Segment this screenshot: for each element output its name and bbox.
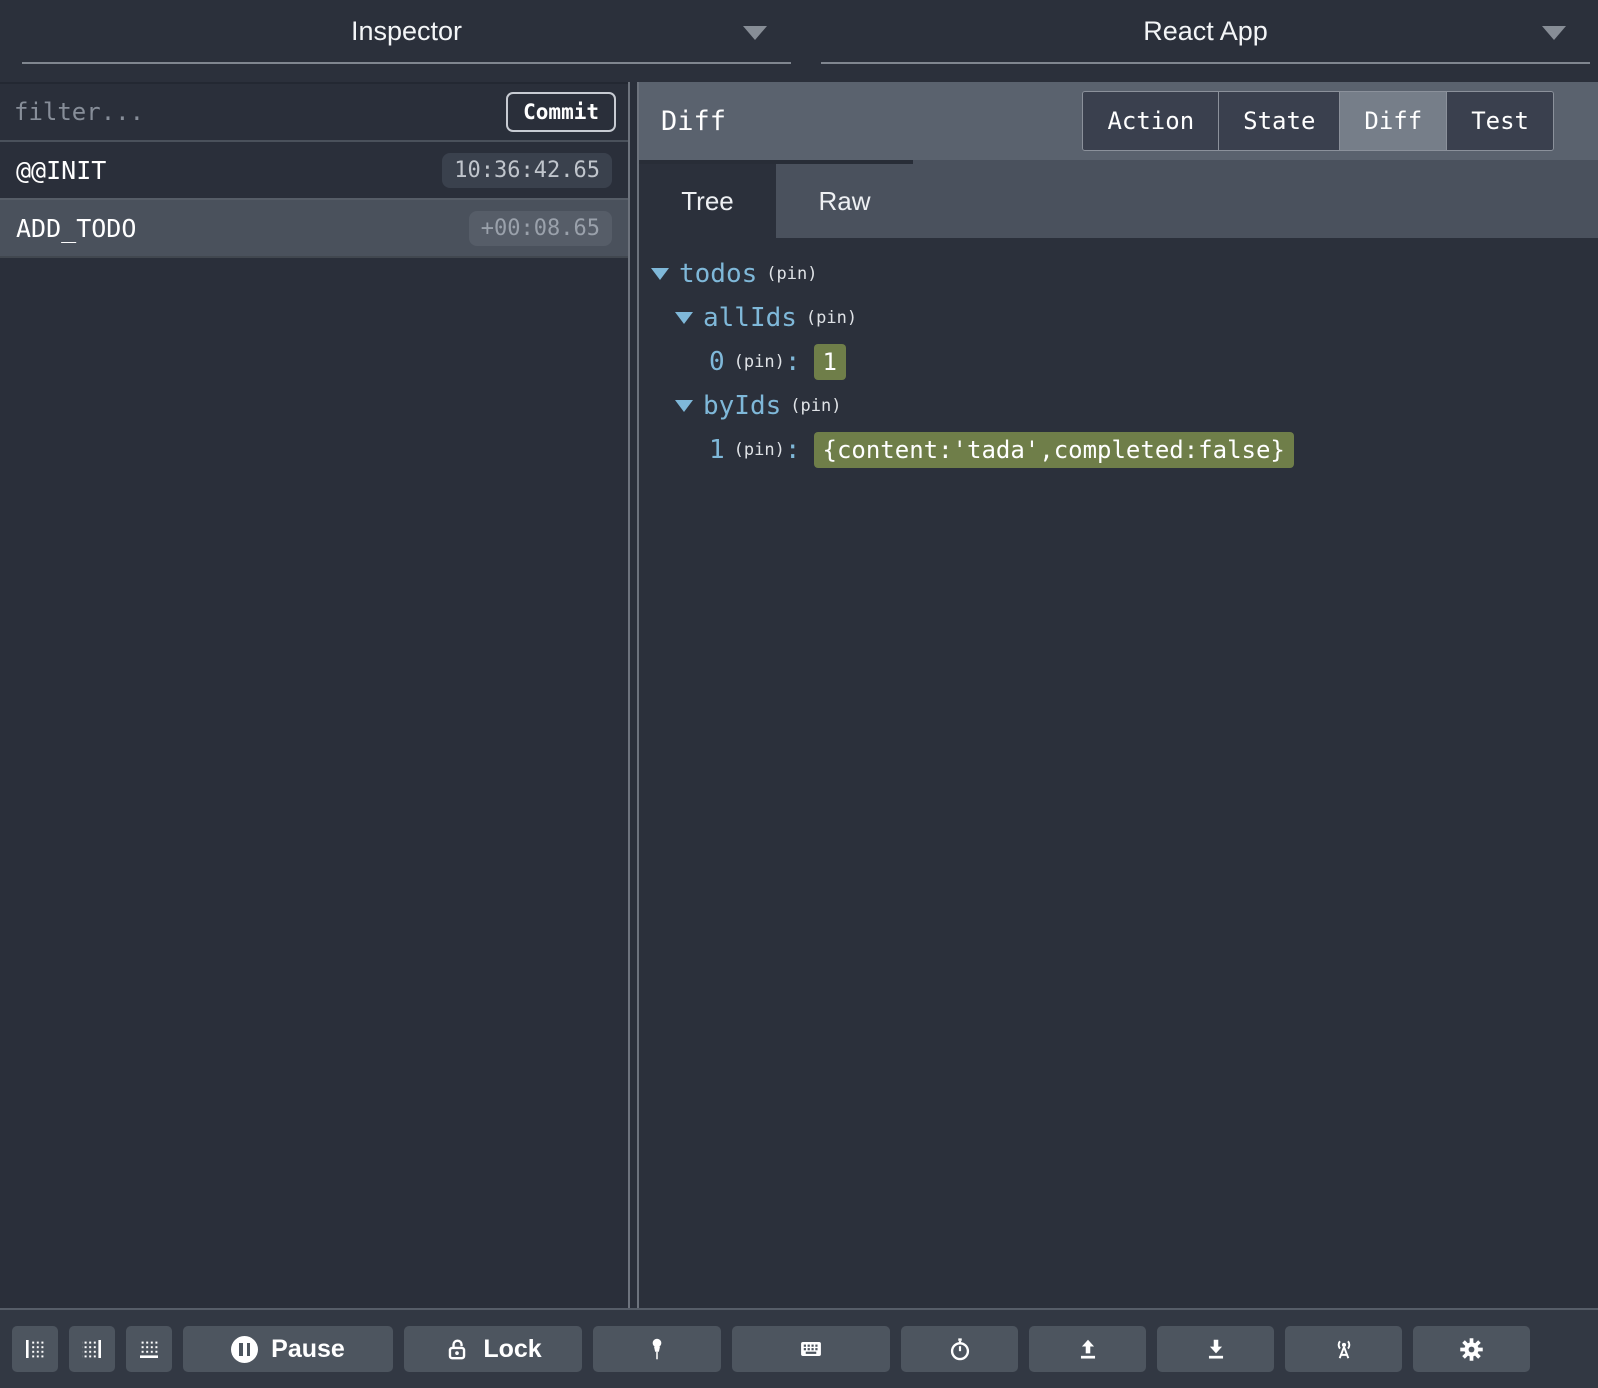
slider-button[interactable] [901, 1326, 1018, 1372]
monitor-select[interactable]: Inspector [22, 0, 791, 64]
diff-value-badge: 1 [813, 344, 846, 380]
tree-key: 0 [709, 347, 725, 377]
upload-icon [1080, 1339, 1095, 1359]
lock-button[interactable]: Lock [404, 1326, 582, 1372]
tree-leaf-0: 0 (pin) : 1 [639, 340, 1598, 384]
tree-key[interactable]: todos [679, 259, 757, 289]
monitor-tabs: Action State Diff Test [1082, 91, 1554, 151]
expand-arrow-icon[interactable] [675, 312, 693, 324]
pause-label: Pause [271, 1334, 345, 1363]
pin-icon [652, 1338, 662, 1360]
lock-label: Lock [483, 1334, 542, 1363]
instance-select[interactable]: React App [821, 0, 1590, 64]
instance-select-label: React App [1143, 15, 1268, 46]
expand-arrow-icon[interactable] [651, 268, 669, 280]
pin-link[interactable]: (pin) [790, 396, 841, 416]
action-name: @@INIT [16, 155, 107, 185]
pin-link[interactable]: (pin) [766, 264, 817, 284]
dispatcher-button[interactable] [732, 1326, 890, 1372]
dock-left-button[interactable] [12, 1326, 58, 1372]
tree-leaf-1: 1 (pin) : {content:'tada',completed:fals… [639, 428, 1598, 472]
tree-key[interactable]: byIds [703, 391, 781, 421]
main-split: Commit @@INIT 10:36:42.65 ADD_TODO +00:0… [0, 82, 1598, 1308]
persist-button[interactable] [593, 1326, 721, 1372]
monitor-select-label: Inspector [350, 15, 463, 46]
tree-key[interactable]: allIds [703, 303, 797, 333]
action-list-panel: Commit @@INIT 10:36:42.65 ADD_TODO +00:0… [0, 82, 628, 1308]
redux-devtools-window: Inspector React App Commit @@INIT 10:36:… [0, 0, 1598, 1388]
tab-diff[interactable]: Diff [1340, 92, 1448, 150]
panel-resizer[interactable] [628, 82, 639, 1308]
tab-state[interactable]: State [1219, 92, 1341, 150]
filter-input[interactable] [12, 97, 495, 127]
import-button[interactable] [1029, 1326, 1146, 1372]
tree-key: 1 [709, 435, 725, 465]
settings-button[interactable] [1413, 1326, 1530, 1372]
tree-node-allids: allIds (pin) [639, 296, 1598, 340]
diff-value-badge: {content:'tada',completed:false} [813, 432, 1294, 468]
broadcast-icon [1337, 1340, 1350, 1359]
export-button[interactable] [1157, 1326, 1274, 1372]
download-icon [1208, 1339, 1223, 1359]
diff-panel: Diff Action State Diff Test Tree Raw tod… [639, 82, 1598, 1308]
pin-link[interactable]: (pin) [734, 352, 785, 372]
chevron-down-icon [743, 26, 767, 40]
tree-colon: : [784, 435, 801, 465]
tree-node-todos: todos (pin) [639, 252, 1598, 296]
tab-action[interactable]: Action [1083, 92, 1220, 150]
tab-raw[interactable]: Raw [776, 160, 913, 238]
commit-button[interactable]: Commit [506, 92, 616, 132]
stopwatch-icon [950, 1338, 969, 1361]
view-tabs: Tree Raw [639, 160, 1598, 238]
keyboard-icon [801, 1342, 821, 1356]
diff-tree: todos (pin) allIds (pin) 0 (pin) : 1 byI… [639, 238, 1598, 1308]
settings-icon [1460, 1337, 1483, 1361]
tab-test[interactable]: Test [1447, 92, 1553, 150]
monitor-header: Inspector React App [0, 0, 1598, 82]
diff-panel-header: Diff Action State Diff Test [639, 82, 1598, 160]
chevron-down-icon [1542, 26, 1566, 40]
pause-icon [231, 1335, 259, 1363]
expand-arrow-icon[interactable] [675, 400, 693, 412]
dock-right-button[interactable] [69, 1326, 115, 1372]
action-row-add-todo[interactable]: ADD_TODO +00:08.65 [0, 200, 628, 258]
action-time-badge: +00:08.65 [468, 210, 612, 246]
action-name: ADD_TODO [16, 213, 137, 243]
action-row-init[interactable]: @@INIT 10:36:42.65 [0, 142, 628, 200]
tree-node-byids: byIds (pin) [639, 384, 1598, 428]
dock-bottom-button[interactable] [126, 1326, 172, 1372]
tree-colon: : [784, 347, 801, 377]
pause-button[interactable]: Pause [183, 1326, 393, 1372]
bottom-toolbar: Pause Lock [0, 1308, 1598, 1388]
tab-tree[interactable]: Tree [639, 160, 776, 238]
pin-link[interactable]: (pin) [734, 440, 785, 460]
dock-right-icon [82, 1340, 101, 1358]
dock-left-icon [26, 1340, 45, 1358]
panel-title: Diff [661, 105, 727, 137]
action-time-badge: 10:36:42.65 [442, 152, 612, 188]
dock-bottom-icon [140, 1339, 158, 1358]
lock-icon [449, 1339, 466, 1360]
pin-link[interactable]: (pin) [806, 308, 857, 328]
remote-button[interactable] [1285, 1326, 1402, 1372]
filter-row: Commit [0, 82, 628, 142]
